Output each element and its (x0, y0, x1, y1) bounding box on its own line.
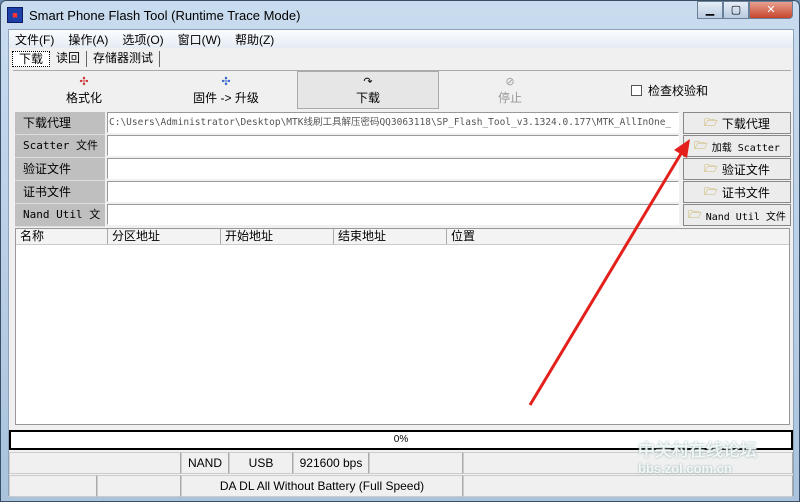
watermark: 中关村在线论坛 bbs.zol.com.cn (620, 436, 757, 476)
watermark-line1: 中关村在线论坛 (638, 441, 757, 460)
watermark-line2: bbs.zol.com.cn (638, 461, 732, 476)
annotation-arrow (528, 139, 690, 406)
